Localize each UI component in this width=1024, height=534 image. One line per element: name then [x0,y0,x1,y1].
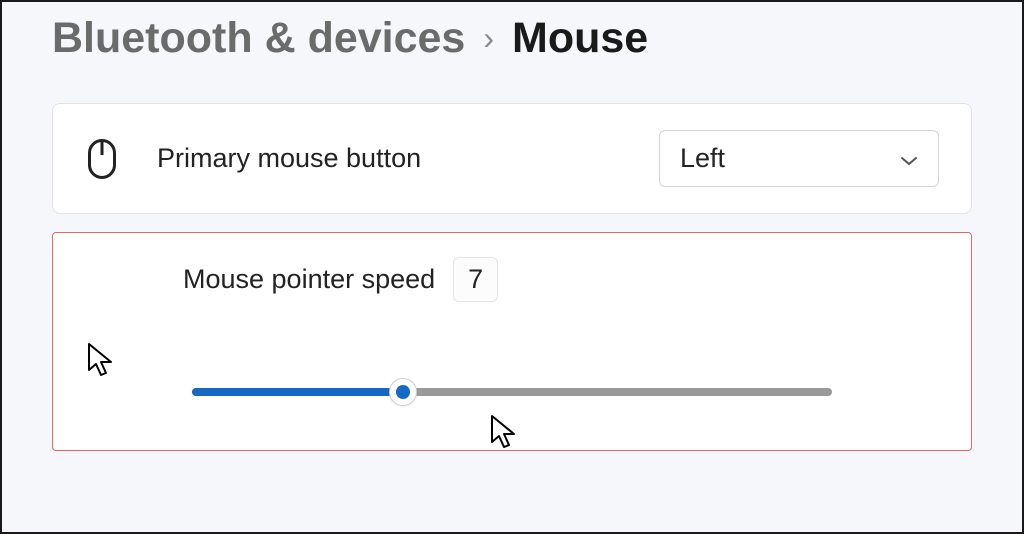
mouse-pointer-speed-label: Mouse pointer speed [183,264,435,295]
cursor-icon [490,414,518,450]
cursor-icon [87,342,115,378]
chevron-down-icon [900,143,918,174]
breadcrumb-parent[interactable]: Bluetooth & devices [52,14,465,63]
primary-mouse-button-label: Primary mouse button [157,143,621,174]
breadcrumb: Bluetooth & devices › Mouse [52,14,972,63]
mouse-pointer-speed-value: 7 [453,257,498,302]
slider-thumb[interactable] [389,378,417,406]
chevron-right-icon: › [483,20,494,57]
primary-mouse-button-row: Primary mouse button Left [52,103,972,214]
dropdown-selected-value: Left [680,143,725,174]
mouse-icon [85,139,119,179]
breadcrumb-current: Mouse [512,14,648,63]
primary-mouse-button-dropdown[interactable]: Left [659,130,939,187]
mouse-pointer-speed-slider[interactable] [192,382,832,402]
slider-fill [192,388,403,396]
